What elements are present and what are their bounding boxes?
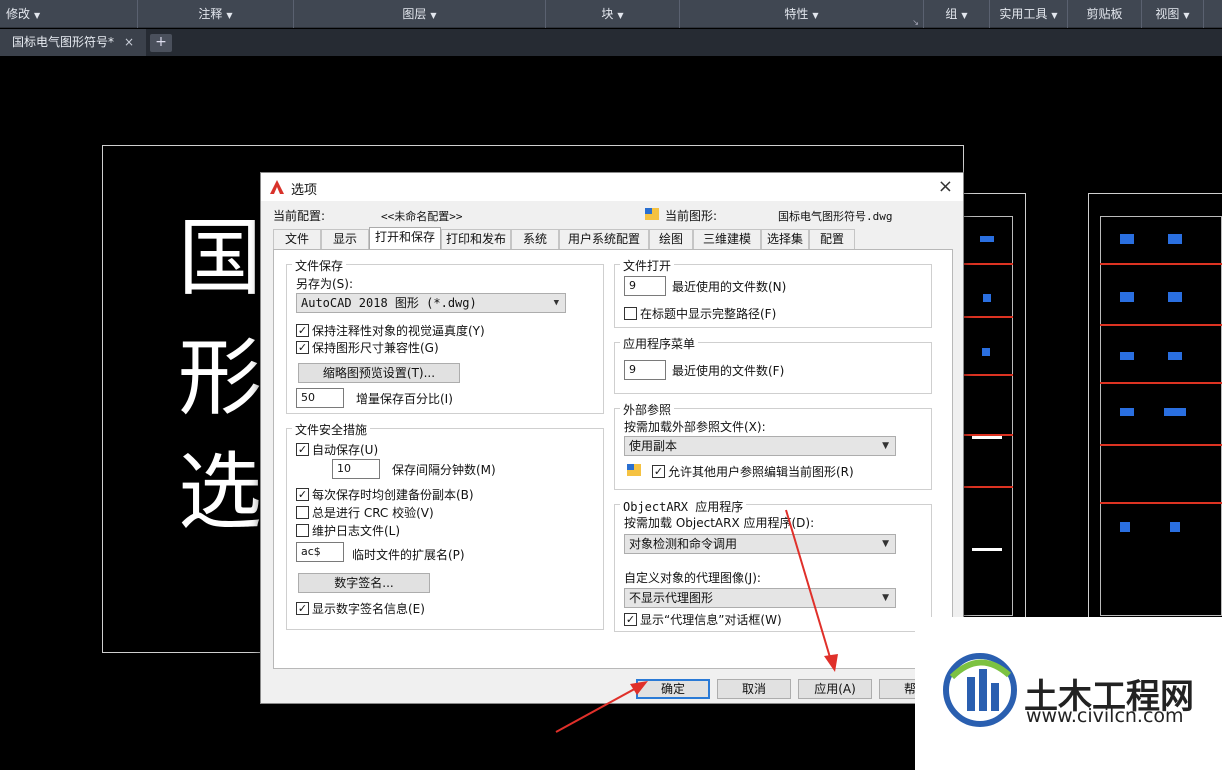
watermark-url: www.civilcn.com — [1026, 705, 1184, 727]
annotation-arrow-line — [785, 509, 833, 665]
annotation-arrowhead — [824, 654, 838, 672]
autocad-window: 修改 ▼ 注释 ▼ 图层 ▼ 块 ▼ 特性 ▼ ↘ 组 ▼ 实用工具 ▼ 剪贴板 视图 ▼ 国标电… — [0, 0, 1222, 770]
annotation-arrow-line — [555, 685, 641, 733]
civilcn-logo-icon — [943, 653, 1017, 727]
annotation-arrowhead — [630, 681, 648, 695]
watermark: 土木工程网 www.civilcn.com — [915, 617, 1222, 770]
